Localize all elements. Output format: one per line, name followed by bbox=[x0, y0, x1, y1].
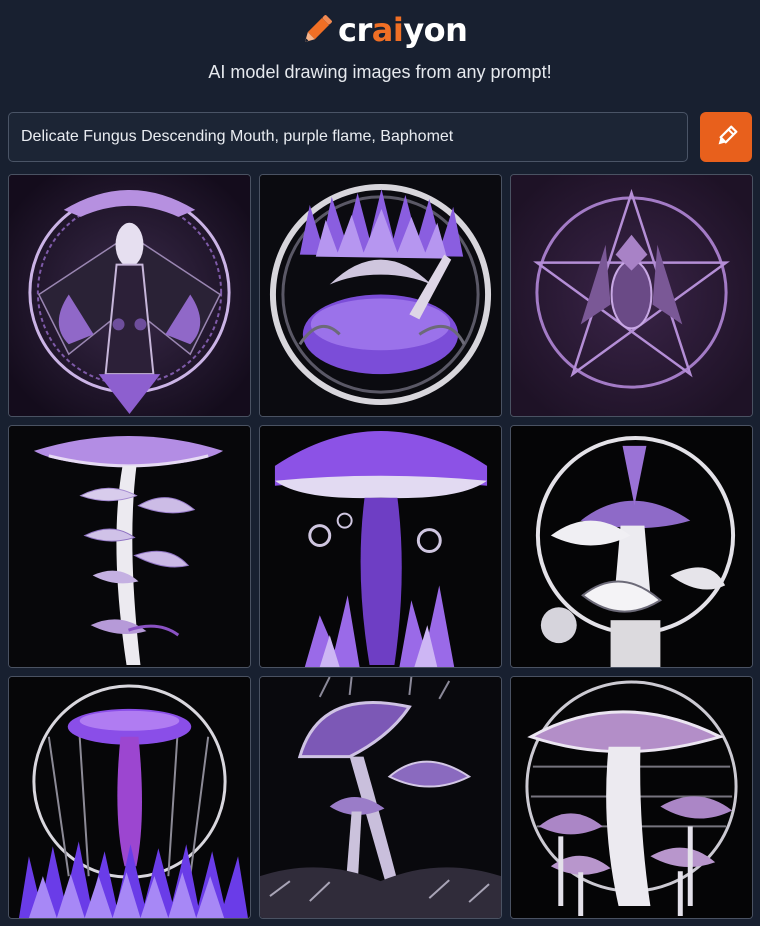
tagline: AI model drawing images from any prompt! bbox=[208, 62, 552, 82]
pentagram-baphomet-image bbox=[511, 175, 752, 416]
pencil-icon bbox=[304, 15, 332, 43]
prompt-form bbox=[8, 112, 752, 162]
result-image[interactable] bbox=[8, 425, 251, 668]
draw-button[interactable] bbox=[700, 112, 752, 162]
logo-text-suffix: yon bbox=[403, 11, 468, 49]
result-image[interactable] bbox=[259, 676, 502, 919]
baphomet-circle-image bbox=[9, 175, 250, 416]
mushroom-globe-image bbox=[511, 426, 752, 667]
pencil-icon bbox=[718, 125, 738, 145]
result-image[interactable] bbox=[510, 174, 753, 417]
lilac-mushroom-cluster-image bbox=[511, 677, 752, 918]
craiyon-logo[interactable]: craiyon bbox=[300, 10, 468, 50]
result-image[interactable] bbox=[8, 174, 251, 417]
logo-text-prefix: cr bbox=[338, 11, 372, 49]
result-image[interactable] bbox=[510, 676, 753, 919]
result-image[interactable] bbox=[510, 425, 753, 668]
result-image[interactable] bbox=[259, 174, 502, 417]
result-image[interactable] bbox=[8, 676, 251, 919]
mushroom-cluster-image bbox=[260, 677, 501, 918]
mushroom-flame-grass-image bbox=[9, 677, 250, 918]
stacked-fungus-image bbox=[9, 426, 250, 667]
result-image[interactable] bbox=[259, 425, 502, 668]
prompt-input[interactable] bbox=[8, 112, 688, 162]
logo-text-accent: ai bbox=[371, 11, 404, 49]
mushroom-bowl-image bbox=[260, 175, 501, 416]
header: craiyon AI model drawing images from any… bbox=[0, 0, 760, 108]
mushroom-flame-image bbox=[260, 426, 501, 667]
results-grid bbox=[8, 174, 753, 919]
logo-wordmark: craiyon bbox=[338, 10, 468, 50]
